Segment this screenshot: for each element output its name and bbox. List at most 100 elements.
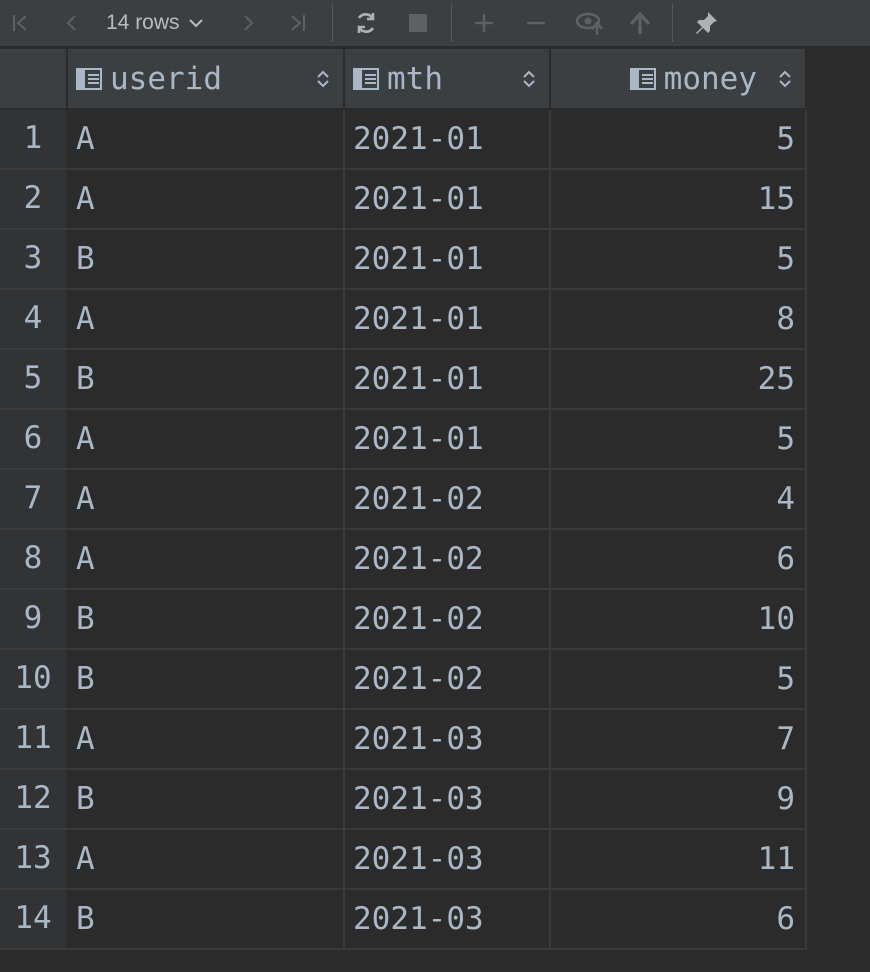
cell-money[interactable]: 6 [550, 529, 807, 590]
cell-mth[interactable]: 2021-03 [344, 829, 551, 890]
column-icon [76, 67, 102, 90]
cell-mth[interactable]: 2021-02 [344, 469, 551, 530]
cell-money[interactable]: 5 [550, 649, 807, 710]
table-row[interactable]: 9 B 2021-02 10 [0, 589, 807, 650]
cell-userid[interactable]: B [67, 649, 345, 710]
sort-icon[interactable] [523, 70, 535, 88]
column-header-userid[interactable]: userid [67, 49, 345, 110]
cell-userid[interactable]: B [67, 889, 345, 950]
cell-mth[interactable]: 2021-01 [344, 289, 551, 350]
sort-icon[interactable] [317, 70, 329, 88]
cell-money[interactable]: 5 [550, 229, 807, 290]
cell-mth[interactable]: 2021-02 [344, 529, 551, 590]
cell-money[interactable]: 5 [550, 109, 807, 170]
cell-userid[interactable]: A [67, 829, 345, 890]
cell-userid[interactable]: B [67, 589, 345, 650]
toolbar: 14 rows [0, 0, 870, 47]
cell-userid[interactable]: A [67, 529, 345, 590]
table-row[interactable]: 4 A 2021-01 8 [0, 289, 807, 350]
cell-money[interactable]: 11 [550, 829, 807, 890]
column-header-label: userid [110, 60, 222, 97]
table-row[interactable]: 14 B 2021-03 6 [0, 889, 807, 950]
column-header-label: money [663, 60, 757, 97]
row-number[interactable]: 14 [0, 889, 68, 950]
cell-userid[interactable]: A [67, 169, 345, 230]
row-number[interactable]: 7 [0, 469, 68, 530]
column-icon [353, 67, 379, 90]
rows-count-dropdown[interactable]: 14 rows [106, 7, 203, 39]
row-number[interactable]: 11 [0, 709, 68, 770]
table-row[interactable]: 10 B 2021-02 5 [0, 649, 807, 710]
pin-icon[interactable] [690, 7, 722, 39]
toolbar-separator [451, 4, 452, 42]
stop-icon[interactable] [402, 7, 434, 39]
cell-userid[interactable]: A [67, 289, 345, 350]
sort-icon[interactable] [779, 70, 791, 88]
column-header-money[interactable]: money [550, 49, 807, 110]
view-icon[interactable] [574, 7, 606, 39]
row-number[interactable]: 3 [0, 229, 68, 290]
delete-row-icon[interactable] [520, 7, 552, 39]
column-header-label: mth [387, 60, 443, 97]
cell-money[interactable]: 10 [550, 589, 807, 650]
table-row[interactable]: 3 B 2021-01 5 [0, 229, 807, 290]
chevron-down-icon [188, 19, 203, 28]
table-row[interactable]: 7 A 2021-02 4 [0, 469, 807, 530]
cell-mth[interactable]: 2021-02 [344, 589, 551, 650]
row-number[interactable]: 9 [0, 589, 68, 650]
cell-mth[interactable]: 2021-01 [344, 409, 551, 470]
row-number[interactable]: 10 [0, 649, 68, 710]
cell-money[interactable]: 25 [550, 349, 807, 410]
row-number[interactable]: 5 [0, 349, 68, 410]
cell-mth[interactable]: 2021-03 [344, 769, 551, 830]
table-row[interactable]: 1 A 2021-01 5 [0, 109, 807, 170]
column-header-mth[interactable]: mth [344, 49, 551, 110]
last-page-icon[interactable] [282, 7, 314, 39]
cell-money[interactable]: 7 [550, 709, 807, 770]
refresh-icon[interactable] [350, 7, 382, 39]
cell-money[interactable]: 15 [550, 169, 807, 230]
row-number[interactable]: 1 [0, 109, 68, 170]
table-row[interactable]: 6 A 2021-01 5 [0, 409, 807, 470]
cell-mth[interactable]: 2021-02 [344, 649, 551, 710]
cell-userid[interactable]: B [67, 229, 345, 290]
submit-icon[interactable] [624, 7, 656, 39]
cell-money[interactable]: 9 [550, 769, 807, 830]
row-number[interactable]: 12 [0, 769, 68, 830]
table-row[interactable]: 13 A 2021-03 11 [0, 829, 807, 890]
table-row[interactable]: 8 A 2021-02 6 [0, 529, 807, 590]
table-row[interactable]: 12 B 2021-03 9 [0, 769, 807, 830]
row-number[interactable]: 13 [0, 829, 68, 890]
add-row-icon[interactable] [468, 7, 500, 39]
cell-money[interactable]: 5 [550, 409, 807, 470]
first-page-icon[interactable] [4, 7, 36, 39]
cell-mth[interactable]: 2021-03 [344, 709, 551, 770]
row-number[interactable]: 6 [0, 409, 68, 470]
rows-count-label: 14 rows [106, 11, 180, 34]
cell-mth[interactable]: 2021-01 [344, 109, 551, 170]
toolbar-separator [672, 4, 673, 42]
cell-userid[interactable]: A [67, 469, 345, 530]
row-number[interactable]: 2 [0, 169, 68, 230]
cell-money[interactable]: 8 [550, 289, 807, 350]
cell-userid[interactable]: A [67, 709, 345, 770]
table-row[interactable]: 2 A 2021-01 15 [0, 169, 807, 230]
cell-userid[interactable]: A [67, 409, 345, 470]
next-page-icon[interactable] [232, 7, 264, 39]
cell-mth[interactable]: 2021-01 [344, 349, 551, 410]
cell-money[interactable]: 6 [550, 889, 807, 950]
results-table: userid mth money 1 A 2021-01 5 2 A 2021-… [0, 49, 807, 950]
table-row[interactable]: 11 A 2021-03 7 [0, 709, 807, 770]
row-number[interactable]: 4 [0, 289, 68, 350]
cell-mth[interactable]: 2021-01 [344, 229, 551, 290]
cell-mth[interactable]: 2021-03 [344, 889, 551, 950]
cell-userid[interactable]: A [67, 109, 345, 170]
prev-page-icon[interactable] [56, 7, 88, 39]
table-row[interactable]: 5 B 2021-01 25 [0, 349, 807, 410]
cell-money[interactable]: 4 [550, 469, 807, 530]
row-number[interactable]: 8 [0, 529, 68, 590]
cell-userid[interactable]: B [67, 769, 345, 830]
cell-mth[interactable]: 2021-01 [344, 169, 551, 230]
toolbar-separator [332, 4, 333, 42]
cell-userid[interactable]: B [67, 349, 345, 410]
